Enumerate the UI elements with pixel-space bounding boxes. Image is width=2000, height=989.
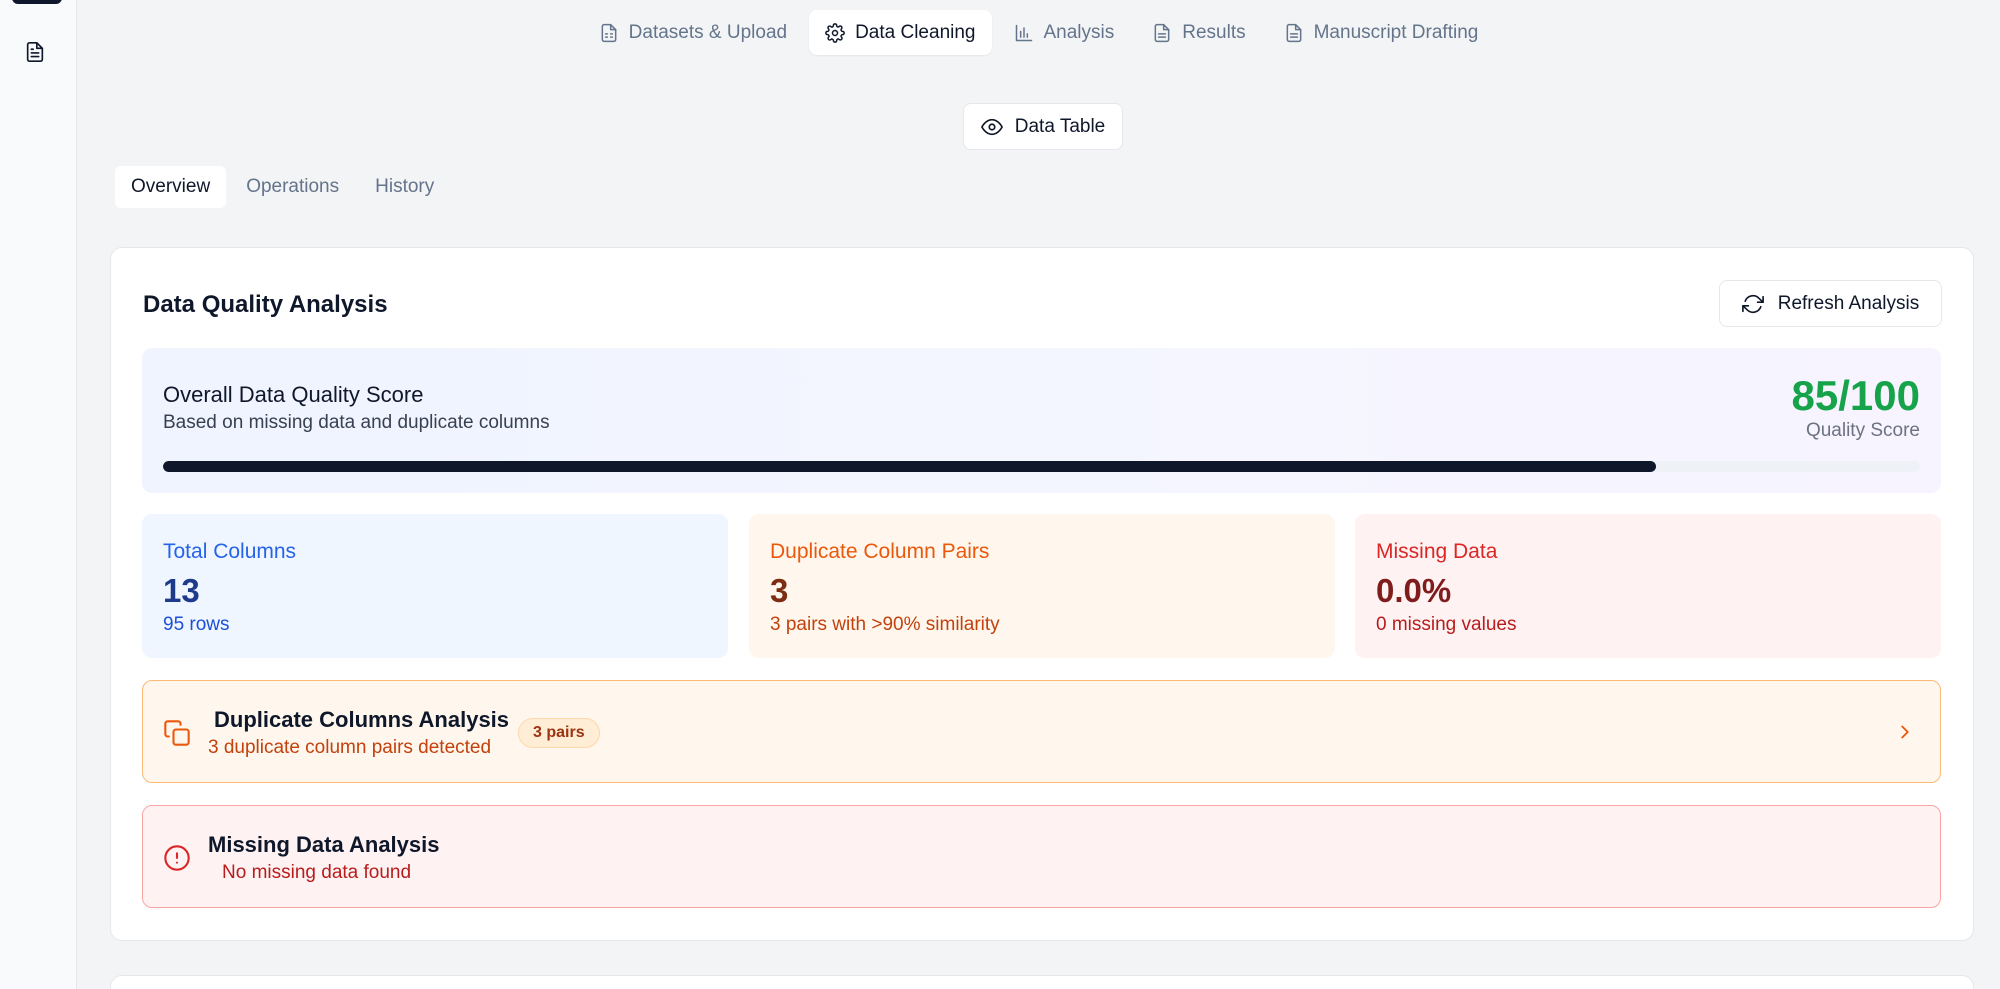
subtab-overview[interactable]: Overview bbox=[115, 166, 227, 208]
missing-data-section[interactable]: Missing Data Analysis No missing data fo… bbox=[142, 805, 1941, 908]
score-label: Quality Score bbox=[1805, 420, 1920, 441]
missing-subtitle: No missing data found bbox=[222, 862, 412, 883]
score-value: 85/100 bbox=[1791, 372, 1920, 419]
tab-label: Manuscript Drafting bbox=[1313, 21, 1479, 43]
tab-results[interactable]: Results bbox=[1136, 10, 1261, 55]
stat-total-columns: Total Columns 13 95 rows bbox=[142, 514, 728, 658]
stat-duplicate-pairs: Duplicate Column Pairs 3 3 pairs with >9… bbox=[749, 514, 1335, 658]
file-text-icon bbox=[1286, 23, 1302, 42]
gear-icon bbox=[825, 22, 845, 43]
sidebar bbox=[0, 0, 77, 989]
file-spreadsheet-icon bbox=[601, 23, 617, 42]
tab-analysis[interactable]: Analysis bbox=[998, 10, 1131, 55]
stat-sub: 0 missing values bbox=[1376, 614, 1517, 635]
score-subtitle: Based on missing data and duplicate colu… bbox=[163, 412, 550, 433]
subtab-history[interactable]: History bbox=[359, 166, 450, 208]
score-title: Overall Data Quality Score bbox=[163, 382, 424, 407]
stat-label: Missing Data bbox=[1376, 540, 1498, 563]
top-nav: Datasets & Upload Data Cleaning Analysis… bbox=[77, 10, 2000, 55]
stat-sub: 95 rows bbox=[163, 614, 230, 635]
stat-value: 13 bbox=[163, 572, 200, 609]
main-content: Datasets & Upload Data Cleaning Analysis… bbox=[77, 0, 2000, 989]
tab-label: Analysis bbox=[1043, 21, 1115, 43]
duplicate-columns-section[interactable]: Duplicate Columns Analysis 3 duplicate c… bbox=[142, 680, 1941, 783]
tab-manuscript-drafting[interactable]: Manuscript Drafting bbox=[1268, 10, 1495, 55]
tab-label: Datasets & Upload bbox=[628, 21, 788, 43]
quality-score-panel: Overall Data Quality Score Based on miss… bbox=[142, 348, 1941, 493]
copy-icon bbox=[164, 720, 190, 746]
next-card bbox=[110, 975, 1974, 989]
tab-data-cleaning[interactable]: Data Cleaning bbox=[809, 10, 992, 55]
file-text-icon bbox=[1154, 23, 1170, 42]
duplicate-subtitle: 3 duplicate column pairs detected bbox=[208, 737, 492, 758]
stat-sub: 3 pairs with >90% similarity bbox=[770, 614, 1000, 635]
card-title: Data Quality Analysis bbox=[143, 291, 388, 318]
stat-missing-data: Missing Data 0.0% 0 missing values bbox=[1355, 514, 1941, 658]
quality-progress-bar bbox=[163, 461, 1920, 472]
document-icon[interactable] bbox=[24, 40, 46, 64]
chevron-right-icon[interactable] bbox=[1894, 721, 1916, 743]
subtabs: Overview Operations History bbox=[115, 166, 450, 208]
data-table-button[interactable]: Data Table bbox=[963, 103, 1123, 150]
tab-datasets-upload[interactable]: Datasets & Upload bbox=[583, 10, 803, 55]
bar-chart-icon bbox=[1015, 24, 1032, 41]
subtab-operations[interactable]: Operations bbox=[230, 166, 355, 208]
stat-label: Total Columns bbox=[163, 540, 297, 563]
missing-title: Missing Data Analysis bbox=[208, 832, 440, 857]
tab-label: Data Cleaning bbox=[855, 21, 976, 43]
tab-label: Results bbox=[1182, 21, 1246, 43]
data-table-label: Data Table bbox=[1014, 115, 1106, 137]
alert-circle-icon bbox=[164, 845, 190, 871]
refresh-icon bbox=[1741, 294, 1764, 313]
refresh-analysis-button[interactable]: Refresh Analysis bbox=[1719, 280, 1942, 327]
refresh-label: Refresh Analysis bbox=[1777, 292, 1920, 314]
stat-value: 3 bbox=[770, 572, 789, 609]
eye-icon bbox=[980, 118, 1003, 135]
duplicate-title: Duplicate Columns Analysis bbox=[214, 707, 510, 732]
quality-progress-fill bbox=[163, 461, 1657, 472]
stat-value: 0.0% bbox=[1376, 572, 1452, 609]
duplicate-count-badge: 3 pairs bbox=[518, 718, 600, 748]
sidebar-active-indicator[interactable] bbox=[12, 0, 62, 4]
stat-label: Duplicate Column Pairs bbox=[770, 540, 990, 563]
